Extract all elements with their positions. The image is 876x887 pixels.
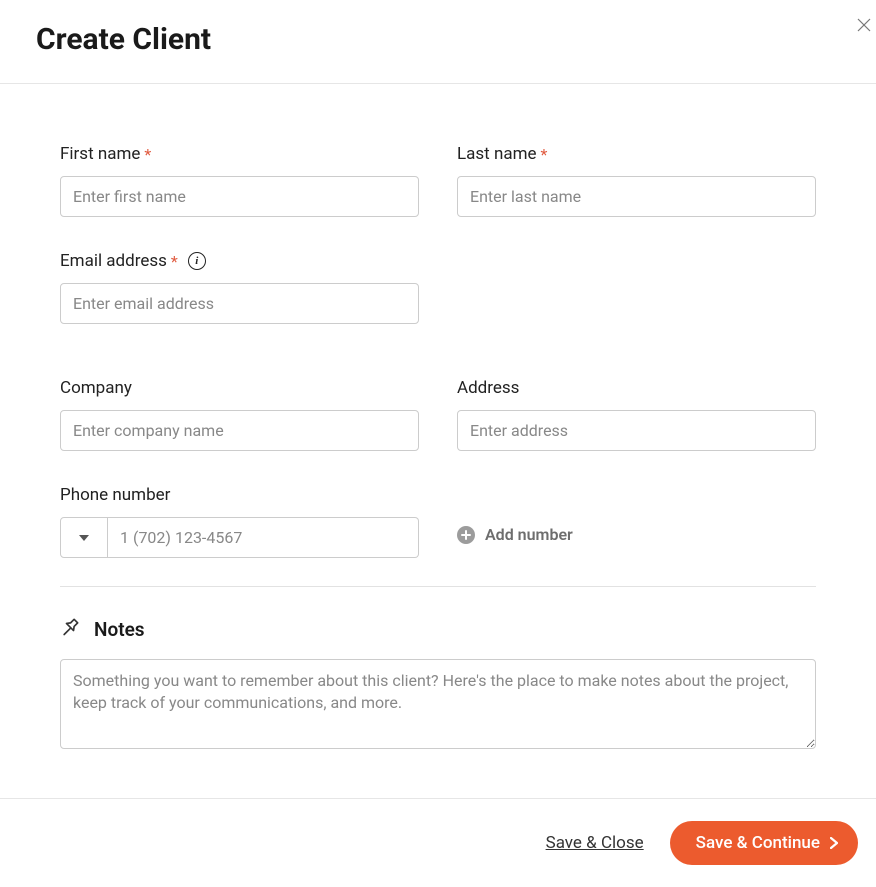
- plus-circle-icon: [457, 526, 475, 544]
- add-number-button[interactable]: Add number: [457, 485, 816, 544]
- pin-icon: [60, 617, 80, 641]
- first-name-label: First name *: [60, 144, 419, 164]
- add-number-label: Add number: [485, 525, 573, 544]
- company-label: Company: [60, 378, 419, 398]
- email-label: Email address * i: [60, 251, 419, 271]
- last-name-input[interactable]: [457, 176, 816, 217]
- required-indicator: *: [144, 145, 151, 164]
- phone-country-selector[interactable]: [60, 517, 108, 558]
- required-indicator: *: [541, 145, 548, 164]
- address-label: Address: [457, 378, 816, 398]
- address-input[interactable]: [457, 410, 816, 451]
- notes-textarea[interactable]: [60, 659, 816, 749]
- close-icon[interactable]: [856, 17, 872, 37]
- first-name-input[interactable]: [60, 176, 419, 217]
- phone-label: Phone number: [60, 485, 419, 505]
- chevron-right-icon: [830, 837, 838, 849]
- save-close-button[interactable]: Save & Close: [546, 833, 644, 853]
- page-title: Create Client: [36, 22, 840, 57]
- info-icon[interactable]: i: [188, 252, 206, 270]
- notes-heading: Notes: [94, 618, 145, 641]
- required-indicator: *: [171, 252, 178, 271]
- section-divider: [60, 586, 816, 587]
- company-input[interactable]: [60, 410, 419, 451]
- save-continue-button[interactable]: Save & Continue: [670, 821, 858, 865]
- last-name-label: Last name *: [457, 144, 816, 164]
- save-continue-label: Save & Continue: [696, 833, 820, 853]
- caret-down-icon: [79, 535, 89, 541]
- email-input[interactable]: [60, 283, 419, 324]
- phone-input[interactable]: [108, 517, 419, 558]
